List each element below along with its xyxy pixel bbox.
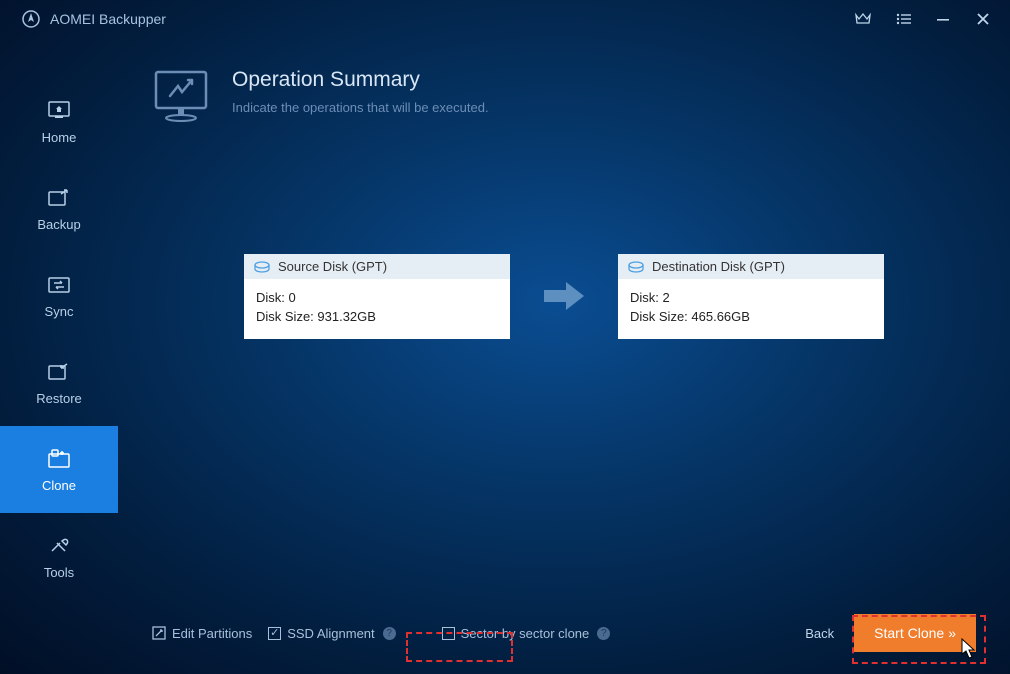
sector-by-sector-checkbox[interactable]: Sector by sector clone ? <box>442 626 611 641</box>
edit-icon <box>152 626 166 640</box>
sidebar-item-sync[interactable]: Sync <box>0 252 118 339</box>
page-title: Operation Summary <box>232 68 489 92</box>
help-icon[interactable]: ? <box>597 627 610 640</box>
titlebar: AOMEI Backupper <box>0 0 1010 38</box>
edit-partitions-link[interactable]: Edit Partitions <box>152 626 252 641</box>
back-button[interactable]: Back <box>805 626 834 641</box>
sidebar-item-label: Restore <box>36 391 82 406</box>
chevron-right-icon: » <box>948 625 956 641</box>
ssd-alignment-checkbox[interactable]: SSD Alignment ? <box>268 626 395 641</box>
disk-summary: Source Disk (GPT) Disk: 0 Disk Size: 931… <box>152 254 976 339</box>
sidebar-item-backup[interactable]: Backup <box>0 165 118 252</box>
page-header: Operation Summary Indicate the operation… <box>152 68 976 124</box>
home-icon <box>46 100 72 122</box>
source-disk-size: Disk Size: 931.32GB <box>256 308 498 327</box>
menu-icon[interactable] <box>894 10 912 28</box>
source-disk-card: Source Disk (GPT) Disk: 0 Disk Size: 931… <box>244 254 510 339</box>
sync-icon <box>46 274 72 296</box>
tools-icon <box>46 535 72 557</box>
sidebar: Home Backup Sync Restore Clone Tools <box>0 38 118 674</box>
destination-disk-number: Disk: 2 <box>630 289 872 308</box>
app-logo-icon <box>22 10 40 28</box>
restore-icon <box>46 361 72 383</box>
footer-bar: Edit Partitions SSD Alignment ? Sector b… <box>152 614 976 652</box>
help-icon[interactable]: ? <box>383 627 396 640</box>
disk-icon <box>254 261 270 273</box>
destination-disk-card: Destination Disk (GPT) Disk: 2 Disk Size… <box>618 254 884 339</box>
checkbox-checked-icon <box>268 627 281 640</box>
sidebar-item-home[interactable]: Home <box>0 78 118 165</box>
close-button[interactable] <box>974 10 992 28</box>
arrow-right-icon <box>542 280 586 312</box>
destination-disk-size: Disk Size: 465.66GB <box>630 308 872 327</box>
sidebar-item-label: Sync <box>45 304 74 319</box>
sidebar-item-label: Tools <box>44 565 74 580</box>
checkbox-unchecked-icon <box>442 627 455 640</box>
sidebar-item-label: Backup <box>37 217 80 232</box>
minimize-button[interactable] <box>934 10 952 28</box>
page-subtitle: Indicate the operations that will be exe… <box>232 100 489 115</box>
source-disk-title: Source Disk (GPT) <box>278 259 387 274</box>
sidebar-item-restore[interactable]: Restore <box>0 339 118 426</box>
source-disk-number: Disk: 0 <box>256 289 498 308</box>
backup-icon <box>46 187 72 209</box>
disk-icon <box>628 261 644 273</box>
app-title: AOMEI Backupper <box>50 11 166 27</box>
start-clone-label: Start Clone <box>874 625 944 641</box>
destination-disk-title: Destination Disk (GPT) <box>652 259 785 274</box>
clone-icon <box>46 448 72 470</box>
sidebar-item-label: Home <box>42 130 77 145</box>
edit-partitions-label: Edit Partitions <box>172 626 252 641</box>
sector-by-sector-label: Sector by sector clone <box>461 626 590 641</box>
sidebar-item-tools[interactable]: Tools <box>0 513 118 600</box>
sidebar-item-label: Clone <box>42 478 76 493</box>
summary-monitor-icon <box>152 68 210 124</box>
content-area: Operation Summary Indicate the operation… <box>118 38 1010 674</box>
crown-icon[interactable] <box>854 10 872 28</box>
start-clone-button[interactable]: Start Clone » <box>854 614 976 652</box>
sidebar-item-clone[interactable]: Clone <box>0 426 118 513</box>
ssd-alignment-label: SSD Alignment <box>287 626 374 641</box>
